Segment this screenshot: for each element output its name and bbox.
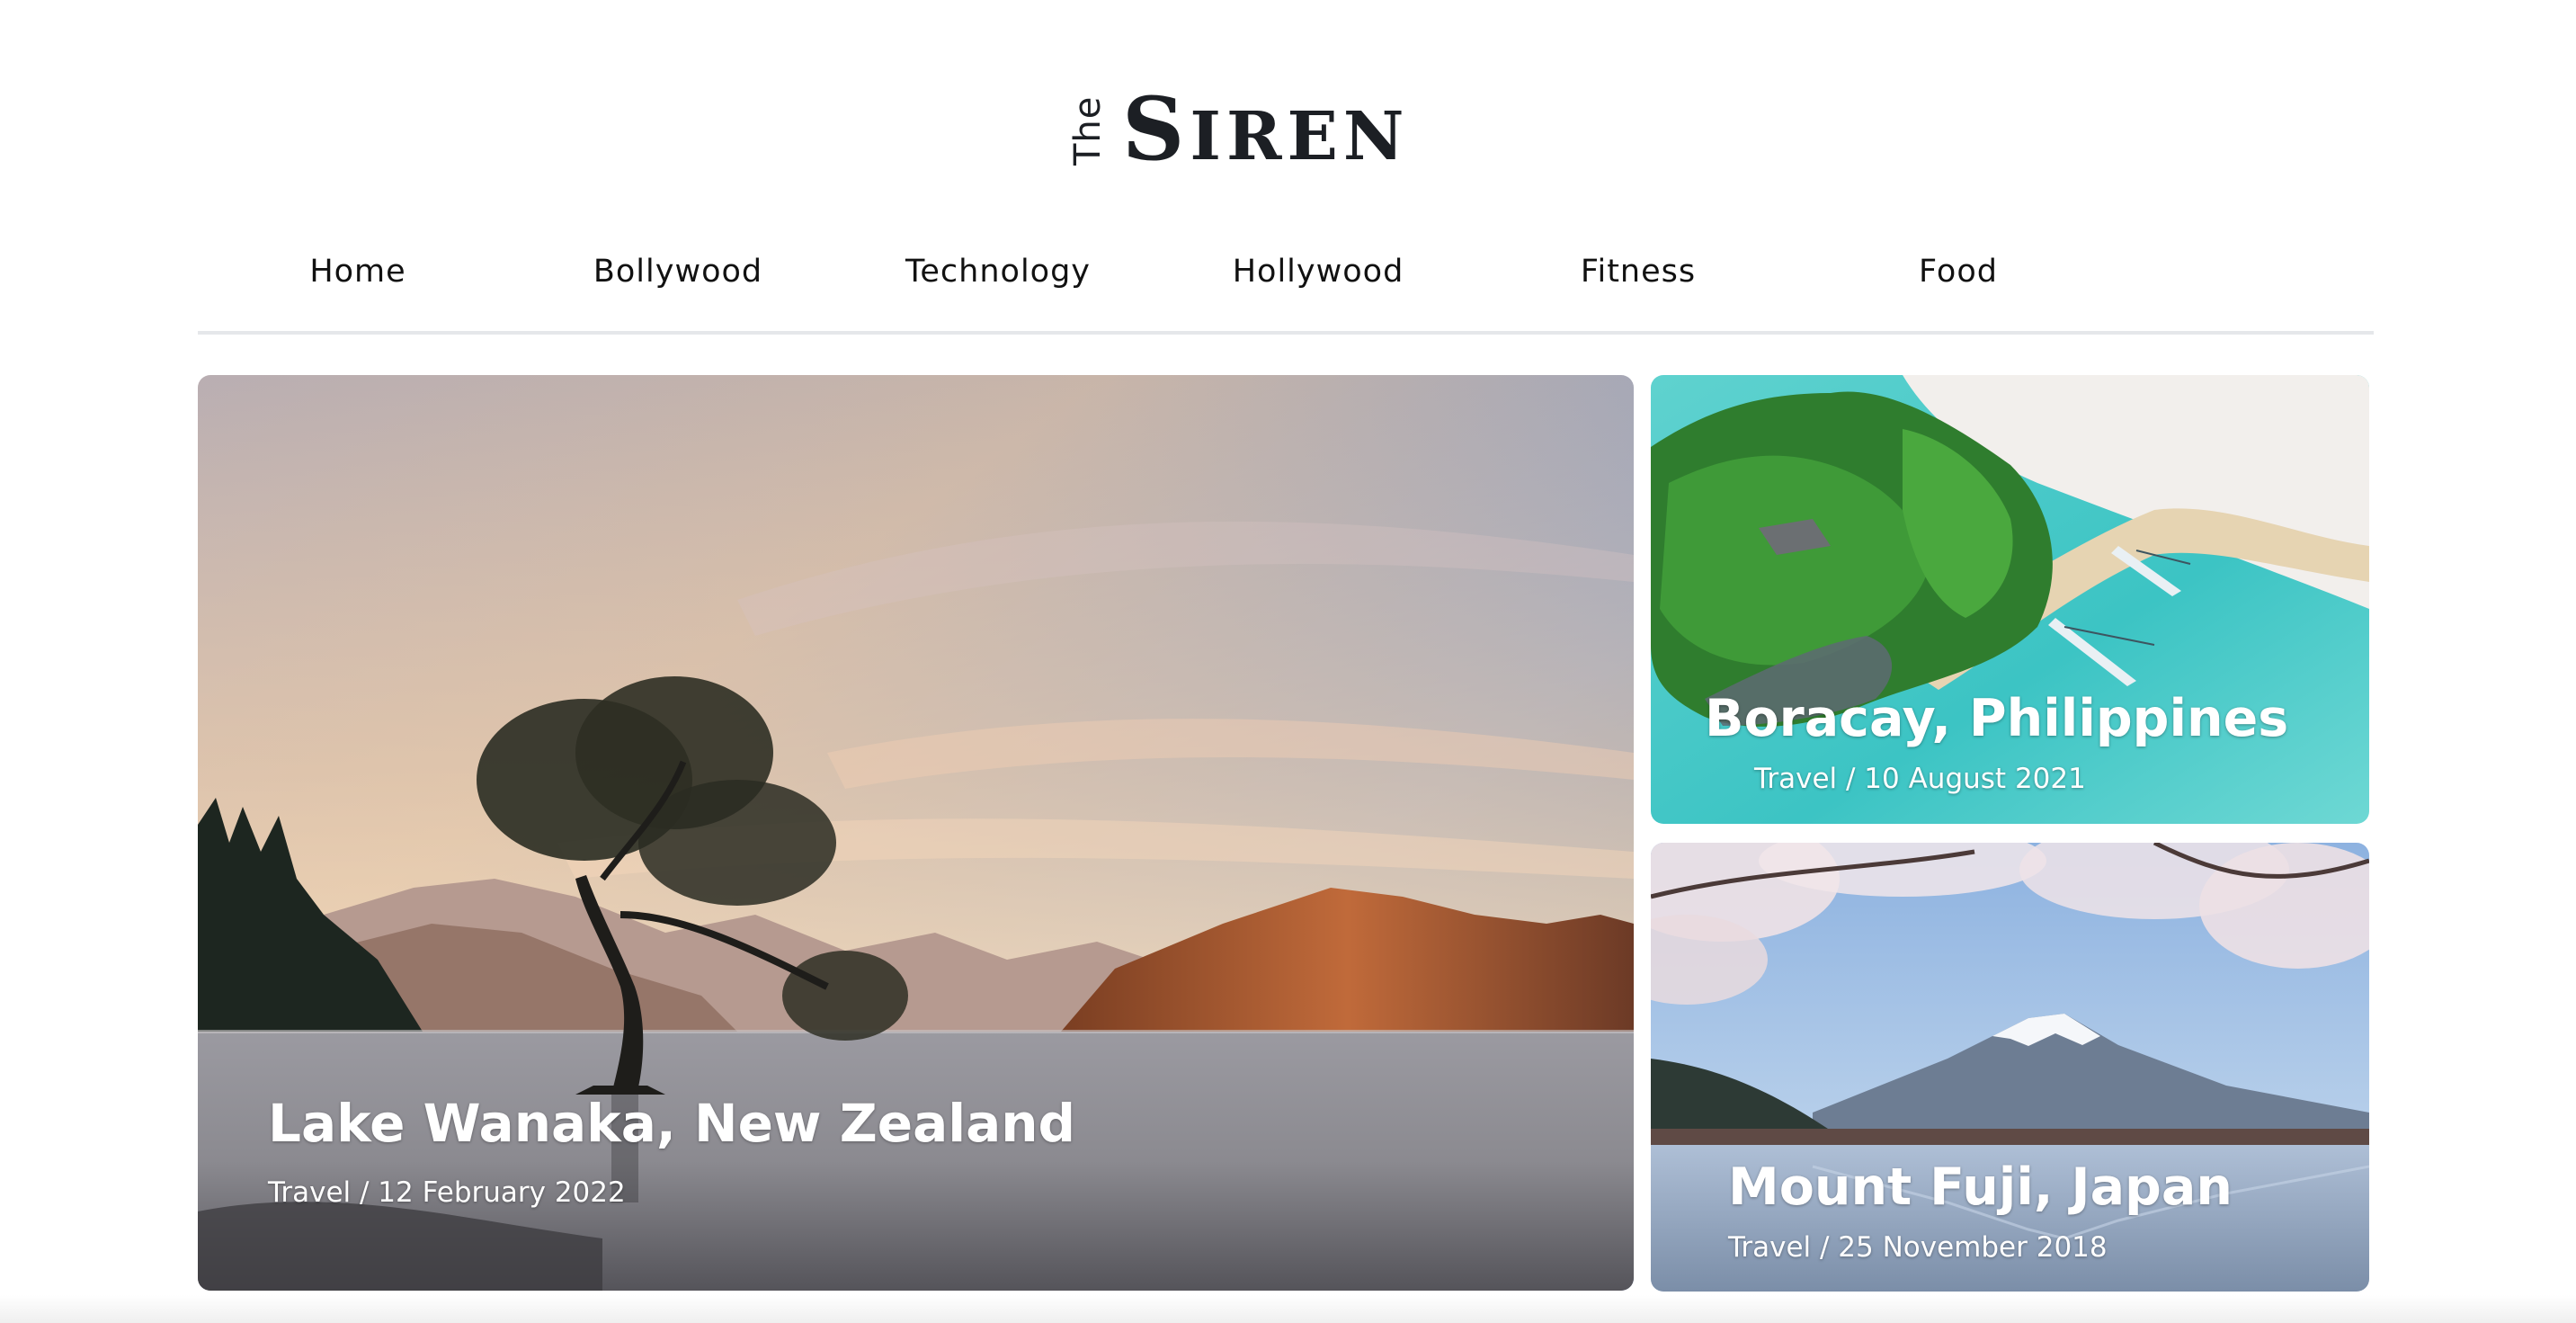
nav-item-food[interactable]: Food bbox=[1798, 254, 2118, 290]
card-mount-fuji[interactable]: Mount Fuji, Japan Travel / 25 November 2… bbox=[1651, 843, 2369, 1292]
nav-item-technology[interactable]: Technology bbox=[838, 254, 1158, 290]
nav-item-hollywood[interactable]: Hollywood bbox=[1158, 254, 1478, 290]
logo-siren-text: SIREN bbox=[1122, 86, 1410, 173]
card-title[interactable]: Lake Wanaka, New Zealand bbox=[268, 1093, 1075, 1154]
card-boracay[interactable]: Boracay, Philippines Travel / 10 August … bbox=[1651, 375, 2369, 824]
bottom-shadow bbox=[0, 1295, 2576, 1323]
page: The SIREN Home Bollywood Technology Holl… bbox=[0, 0, 2576, 1323]
logo-siren-cap: S bbox=[1122, 78, 1190, 180]
card-meta: Travel / 25 November 2018 bbox=[1728, 1231, 2108, 1264]
nav-item-home[interactable]: Home bbox=[198, 254, 518, 290]
logo-siren-rest: IREN bbox=[1190, 98, 1410, 175]
card-title[interactable]: Boracay, Philippines bbox=[1705, 689, 2288, 748]
card-title[interactable]: Mount Fuji, Japan bbox=[1728, 1158, 2233, 1217]
site-logo[interactable]: The SIREN bbox=[1067, 86, 1466, 176]
nav-item-fitness[interactable]: Fitness bbox=[1478, 254, 1798, 290]
card-meta: Travel / 10 August 2021 bbox=[1754, 763, 2086, 795]
logo-the-text: The bbox=[1067, 95, 1109, 165]
nav-item-bollywood[interactable]: Bollywood bbox=[518, 254, 838, 290]
mount-fuji-image bbox=[1651, 843, 2369, 1292]
card-meta: Travel / 12 February 2022 bbox=[268, 1176, 626, 1209]
boracay-image bbox=[1651, 375, 2369, 824]
nav-divider bbox=[198, 331, 2374, 335]
main-nav: Home Bollywood Technology Hollywood Fitn… bbox=[198, 254, 2374, 308]
featured-card-lake-wanaka[interactable]: Lake Wanaka, New Zealand Travel / 12 Feb… bbox=[198, 375, 1634, 1291]
